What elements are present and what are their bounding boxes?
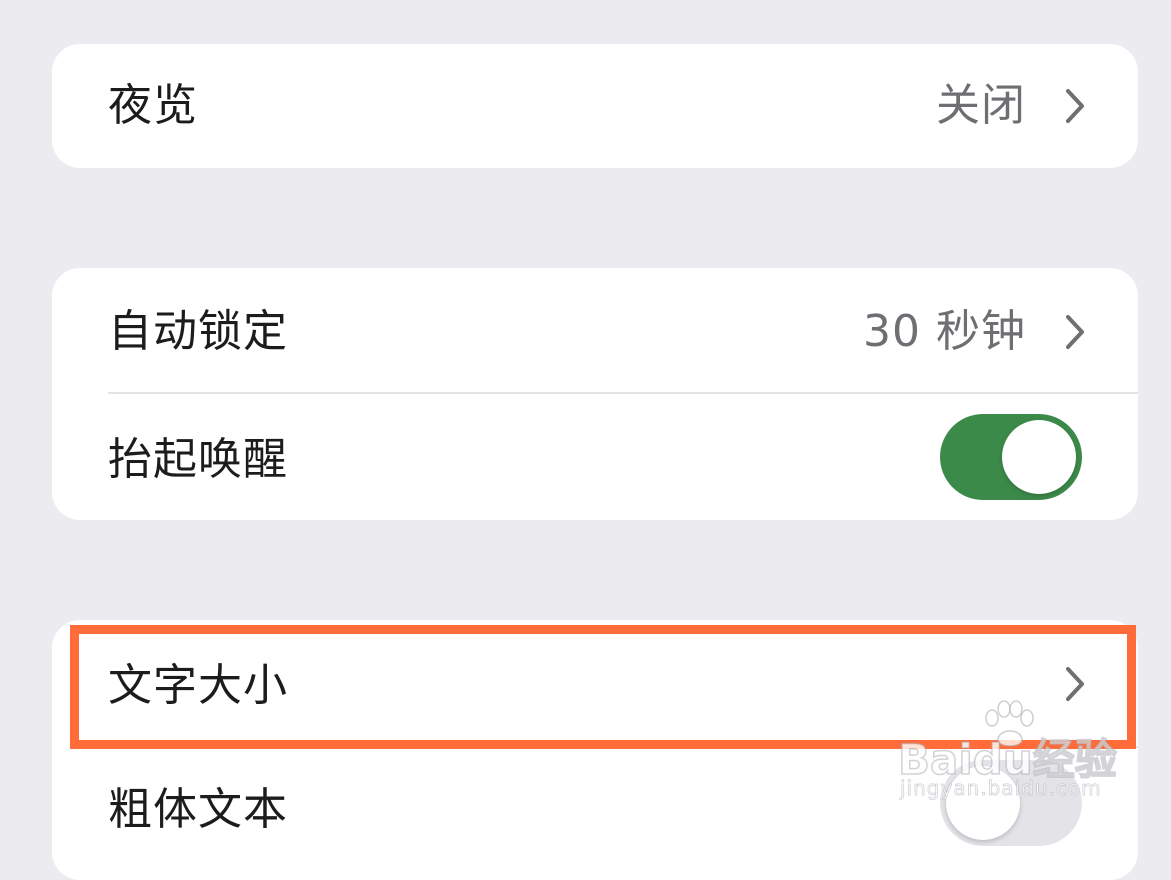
chevron-right-icon [1060, 86, 1090, 126]
bold-text-toggle[interactable] [940, 760, 1082, 846]
night-view-value: 关闭 [936, 80, 1026, 131]
toggle-knob [1002, 420, 1076, 494]
text-size-label: 文字大小 [108, 660, 288, 711]
bold-text-row: 粗体文本 [52, 748, 1138, 874]
raise-to-wake-label: 抬起唤醒 [108, 434, 288, 485]
night-view-label: 夜览 [108, 80, 198, 131]
auto-lock-value: 30 秒钟 [863, 306, 1026, 357]
toggle-knob [946, 766, 1020, 840]
chevron-right-icon [1060, 664, 1090, 704]
settings-group-lock: 自动锁定 30 秒钟 抬起唤醒 [52, 268, 1138, 520]
auto-lock-label: 自动锁定 [108, 306, 288, 357]
auto-lock-row[interactable]: 自动锁定 30 秒钟 [52, 268, 1138, 392]
chevron-right-icon [1060, 312, 1090, 352]
settings-group-text: 文字大小 粗体文本 [52, 620, 1138, 880]
text-size-row[interactable]: 文字大小 [52, 620, 1138, 746]
bold-text-label: 粗体文本 [108, 784, 288, 835]
raise-to-wake-row: 抬起唤醒 [52, 394, 1138, 520]
raise-to-wake-toggle[interactable] [940, 414, 1082, 500]
settings-group-night-view: 夜览 关闭 [52, 44, 1138, 168]
night-view-row[interactable]: 夜览 关闭 [52, 44, 1138, 168]
